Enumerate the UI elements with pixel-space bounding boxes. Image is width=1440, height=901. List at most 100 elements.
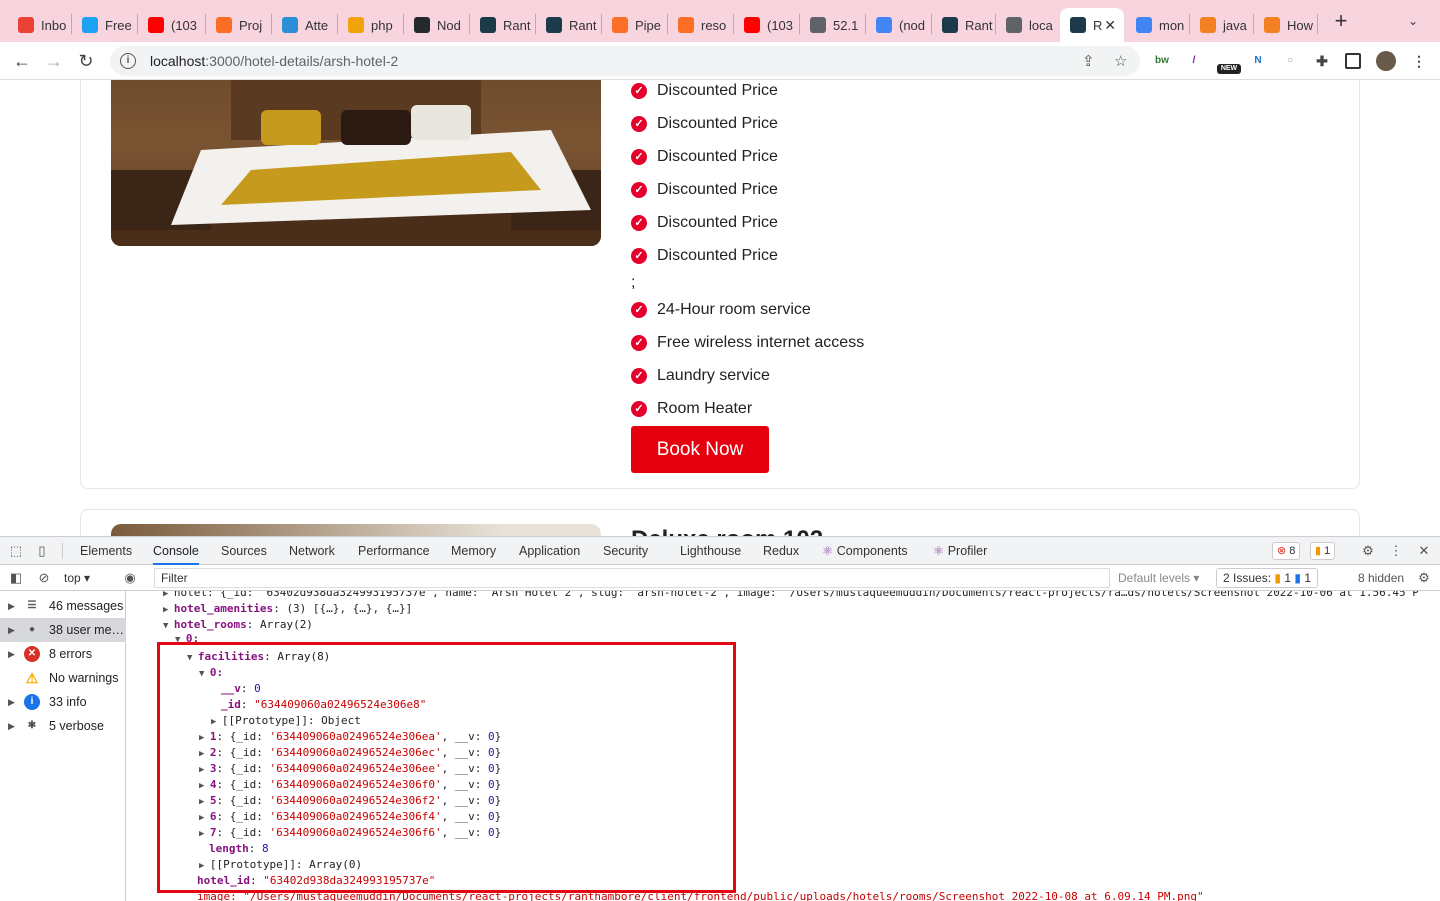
tab-separator: [1317, 14, 1318, 34]
expand-arrow-icon[interactable]: ▶: [8, 721, 24, 732]
n-extension-icon[interactable]: N: [1249, 52, 1267, 70]
devtools-tab-sources[interactable]: Sources: [221, 537, 267, 565]
room-photo: [111, 80, 601, 246]
browser-tab[interactable]: How: [1254, 8, 1316, 42]
devtools-tab-bar: ⬚ ▯ Elements Console Sources Network Perform…: [0, 537, 1440, 565]
browser-tab[interactable]: Rant: [536, 8, 600, 42]
console-sidebar-item[interactable]: ▶ i 33 info: [0, 690, 126, 714]
divider: [62, 543, 63, 559]
devtools-tab-lighthouse[interactable]: Lighthouse: [680, 537, 741, 565]
devtools-tab-network[interactable]: Network: [289, 537, 335, 565]
settings-gear-icon[interactable]: ⚙: [1360, 543, 1376, 559]
errors-badge[interactable]: ⊗ 8: [1272, 542, 1301, 560]
browser-tab[interactable]: (103: [734, 8, 798, 42]
issues-button[interactable]: 2 Issues: ▮ 1 ▮ 1: [1216, 568, 1318, 588]
device-toolbar-icon[interactable]: ▯: [34, 543, 50, 559]
amenity-item: ✓ Free wireless internet access: [631, 331, 864, 355]
youtube-icon: [148, 17, 164, 33]
expand-arrow-icon[interactable]: ▶: [8, 625, 24, 636]
console-sidebar-item[interactable]: ▶ ● 38 user me…: [0, 618, 126, 642]
browser-tab[interactable]: Pipe: [602, 8, 666, 42]
amenity-label: 24-Hour room service: [657, 301, 811, 318]
browser-tab[interactable]: Nod: [404, 8, 468, 42]
browser-tab[interactable]: Rant: [470, 8, 534, 42]
devtools-tab-redux[interactable]: Redux: [763, 537, 799, 565]
amenity-label: Laundry service: [657, 367, 770, 384]
clear-console-icon[interactable]: ⊘: [36, 570, 52, 586]
circle-extension-icon[interactable]: ○: [1281, 52, 1299, 70]
new-tab-button[interactable]: +: [1330, 10, 1352, 32]
browser-tab[interactable]: Rant: [932, 8, 994, 42]
puzzle-extensions-icon[interactable]: ✚: [1313, 52, 1331, 70]
share-icon[interactable]: ⇪: [1082, 52, 1095, 70]
console-sidebar-item[interactable]: ▶ ☰ 46 messages: [0, 594, 126, 618]
browser-tab[interactable]: (nod: [866, 8, 930, 42]
profile-avatar[interactable]: [1376, 51, 1396, 71]
devtools-tab-elements[interactable]: Elements: [80, 537, 132, 565]
console-settings-gear-icon[interactable]: ⚙: [1416, 570, 1432, 586]
room-photo-next: [111, 524, 601, 536]
browser-tab[interactable]: R ✕: [1060, 8, 1124, 42]
console-hotel-line[interactable]: ▶ hotel: {_id: '63402d938da324993195737e…: [163, 591, 1419, 601]
expand-arrow-icon[interactable]: ▶: [8, 697, 24, 708]
console-amenities-line[interactable]: ▶ hotel_amenities: (3) [{…}, {…}, {…}]: [163, 601, 412, 617]
reload-icon[interactable]: ↻: [76, 51, 96, 71]
globe-icon: [1006, 17, 1022, 33]
app-icon: [282, 17, 298, 33]
check-circle-icon: ✓: [631, 401, 647, 417]
browser-tab[interactable]: (103: [138, 8, 204, 42]
browser-tab[interactable]: Free: [72, 8, 136, 42]
devtools-tab-memory[interactable]: Memory: [451, 537, 496, 565]
site-info-icon[interactable]: i: [120, 53, 136, 69]
bookmark-star-icon[interactable]: ☆: [1114, 52, 1127, 70]
browser-tab[interactable]: php: [338, 8, 402, 42]
warnings-badge[interactable]: ▮ 1: [1310, 542, 1336, 560]
tab-search-chevron-icon[interactable]: ⌄: [1408, 14, 1418, 28]
close-tab-icon[interactable]: ✕: [1104, 17, 1116, 34]
console-sidebar-item[interactable]: ▶ ✕ 8 errors: [0, 642, 126, 666]
more-options-icon[interactable]: ⋮: [1388, 543, 1404, 559]
log-levels-dropdown[interactable]: Default levels ▾: [1118, 571, 1199, 585]
live-expression-eye-icon[interactable]: ◉: [122, 570, 138, 586]
new-extension-icon[interactable]: NEW: [1217, 64, 1241, 74]
context-selector[interactable]: top ▾: [64, 571, 90, 585]
devtools-tab-components[interactable]: ⚛ Components: [822, 537, 908, 565]
forward-arrow-icon[interactable]: →: [44, 51, 64, 71]
book-now-button[interactable]: Book Now: [631, 426, 769, 473]
expand-arrow-icon[interactable]: ▶: [8, 601, 24, 612]
sidebar-toggle-icon[interactable]: ◧: [8, 570, 24, 586]
inspect-element-icon[interactable]: ⬚: [8, 543, 24, 559]
console-sidebar-item[interactable]: ⚠ No warnings: [0, 666, 126, 690]
browser-tab[interactable]: 52.1: [800, 8, 864, 42]
menu-kebab-icon[interactable]: ⋮: [1410, 52, 1428, 70]
browser-tab[interactable]: mon: [1126, 8, 1188, 42]
bw-extension-icon[interactable]: bw: [1153, 52, 1171, 70]
browser-tab[interactable]: Inbo: [8, 8, 70, 42]
gmail-icon: [18, 17, 34, 33]
address-bar[interactable]: i localhost:3000/hotel-details/arsh-hote…: [110, 46, 1140, 76]
browser-tab[interactable]: Proj: [206, 8, 270, 42]
back-arrow-icon[interactable]: ←: [12, 51, 32, 71]
tab-label: Rant: [569, 17, 597, 33]
feature-label: Discounted Price: [657, 82, 778, 99]
devtools-tab-console[interactable]: Console: [153, 537, 199, 565]
feather-extension-icon[interactable]: /: [1185, 52, 1203, 70]
devtools-tab-performance[interactable]: Performance: [358, 537, 430, 565]
browser-tab[interactable]: Atte: [272, 8, 336, 42]
devtools-tab-application[interactable]: Application: [519, 537, 580, 565]
check-circle-icon: ✓: [631, 368, 647, 384]
browser-tab[interactable]: reso: [668, 8, 732, 42]
browser-tab[interactable]: java: [1190, 8, 1252, 42]
sidepanel-icon[interactable]: [1345, 53, 1361, 69]
console-sidebar-item[interactable]: ▶ ✱ 5 verbose: [0, 714, 126, 738]
console-filter-input[interactable]: Filter: [154, 568, 1110, 588]
browser-tab[interactable]: loca: [996, 8, 1058, 42]
close-devtools-icon[interactable]: ✕: [1416, 543, 1432, 559]
tab-label: (103: [171, 17, 198, 33]
devtools-tab-security[interactable]: Security: [603, 537, 648, 565]
url-text[interactable]: localhost:3000/hotel-details/arsh-hotel-…: [150, 53, 398, 69]
devtools-tab-profiler[interactable]: ⚛ Profiler: [933, 537, 987, 565]
expand-arrow-icon[interactable]: ▶: [8, 649, 24, 660]
hidden-count: 8 hidden: [1358, 571, 1405, 585]
feature-item: ✓ Discounted Price: [631, 244, 778, 268]
